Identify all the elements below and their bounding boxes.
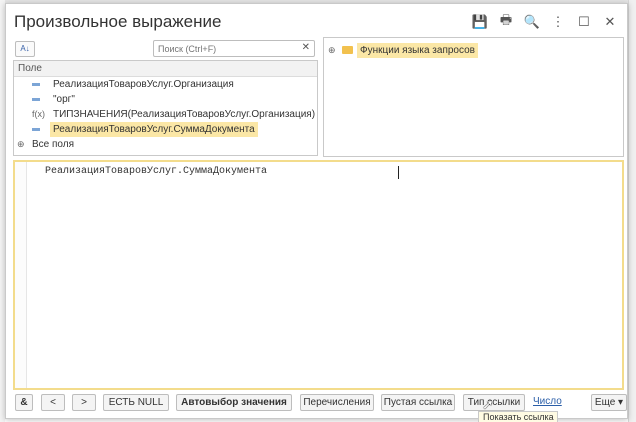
- ref-type-button[interactable]: Тип ссылки: [463, 394, 525, 411]
- field-dash-icon: [32, 122, 46, 137]
- prev-button[interactable]: <: [41, 394, 65, 411]
- preview-icon[interactable]: 🔍: [521, 12, 543, 32]
- field-dash-icon: [32, 92, 46, 107]
- fields-tree: Поле РеализацияТоваровУслуг.Организация …: [13, 60, 318, 156]
- ampersand-button[interactable]: &: [15, 394, 33, 411]
- more-button[interactable]: Еще ▾: [591, 394, 627, 411]
- title-bar: Произвольное выражение 💾 🖶 🔍 ⋮ ☐ ✕: [6, 4, 627, 38]
- editor-gutter: [15, 162, 27, 388]
- text-caret: [398, 166, 399, 179]
- bottom-toolbar: & < > ЕСТЬ NULL Автовыбор значения Переч…: [13, 394, 627, 412]
- fields-header: Поле: [14, 61, 317, 77]
- background-window-right: [628, 0, 636, 422]
- expression-dialog: Произвольное выражение 💾 🖶 🔍 ⋮ ☐ ✕ A↓ ✕ …: [5, 3, 628, 419]
- mouse-cursor-icon: ➚: [482, 396, 494, 412]
- expression-editor[interactable]: РеализацияТоваровУслуг.СуммаДокумента: [13, 160, 624, 390]
- save-icon[interactable]: 💾: [469, 12, 491, 32]
- expand-icon[interactable]: ⊕: [328, 43, 342, 58]
- dialog-title: Произвольное выражение: [14, 12, 222, 31]
- is-null-button[interactable]: ЕСТЬ NULL: [103, 394, 169, 411]
- close-icon[interactable]: ✕: [599, 12, 621, 32]
- sort-button[interactable]: A↓: [15, 41, 35, 57]
- window-buttons: 💾 🖶 🔍 ⋮ ☐ ✕: [469, 12, 621, 32]
- maximize-icon[interactable]: ☐: [573, 12, 595, 32]
- next-button[interactable]: >: [72, 394, 96, 411]
- functions-root-node[interactable]: ⊕ Функции языка запросов: [324, 43, 623, 58]
- functions-tree: ⊕ Функции языка запросов: [323, 37, 624, 157]
- field-item-selected[interactable]: РеализацияТоваровУслуг.СуммаДокумента: [14, 122, 317, 137]
- print-icon[interactable]: 🖶: [495, 12, 517, 32]
- enums-button[interactable]: Перечисления: [300, 394, 374, 411]
- expression-text[interactable]: РеализацияТоваровУслуг.СуммаДокумента: [45, 166, 267, 177]
- field-item[interactable]: РеализацияТоваровУслуг.Организация: [14, 77, 317, 92]
- all-fields-node[interactable]: ⊕ Все поля: [14, 137, 317, 152]
- search-field[interactable]: ✕: [153, 40, 315, 57]
- function-icon: f(x): [32, 109, 45, 119]
- field-dash-icon: [32, 77, 46, 92]
- number-link[interactable]: Число: [533, 396, 562, 407]
- folder-icon: [342, 46, 353, 54]
- more-icon[interactable]: ⋮: [547, 12, 569, 32]
- empty-ref-button[interactable]: Пустая ссылка: [381, 394, 455, 411]
- field-item[interactable]: "орг": [14, 92, 317, 107]
- clear-search-icon[interactable]: ✕: [302, 42, 310, 53]
- search-input[interactable]: [158, 42, 298, 55]
- field-item[interactable]: f(x) ТИПЗНАЧЕНИЯ(РеализацияТоваровУслуг.…: [14, 107, 317, 122]
- autoselect-button[interactable]: Автовыбор значения: [176, 394, 292, 411]
